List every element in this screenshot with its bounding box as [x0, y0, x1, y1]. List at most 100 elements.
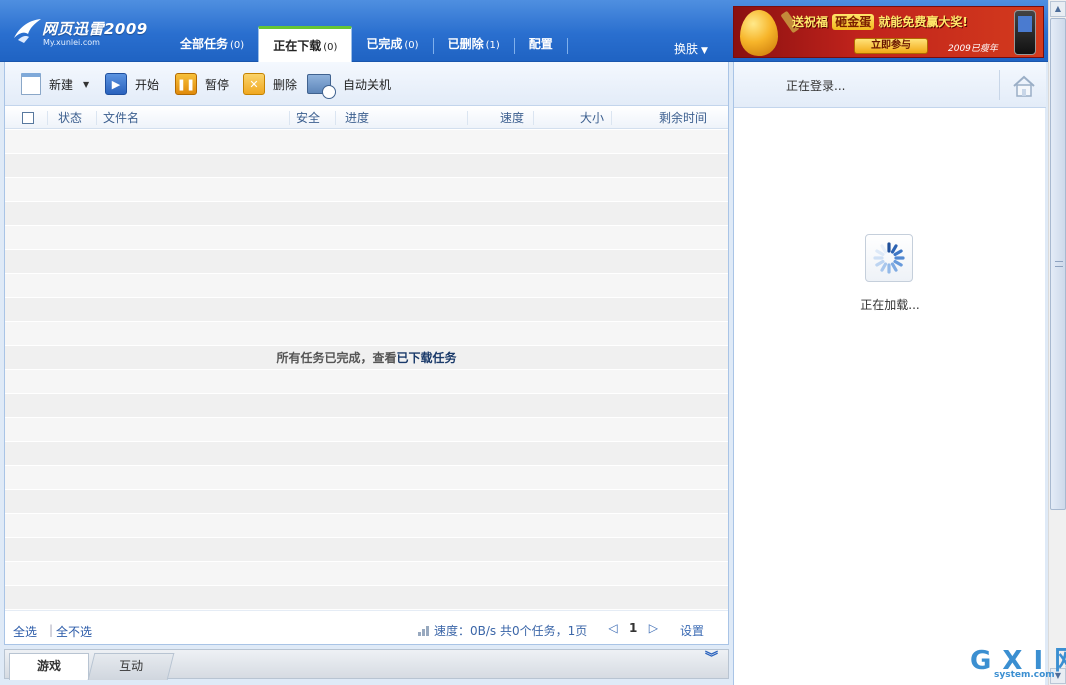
settings-link[interactable]: 设置: [680, 622, 704, 639]
empty-row: [5, 298, 728, 322]
column-divider: [289, 111, 290, 125]
banner-join-button[interactable]: 立即参与: [854, 38, 928, 54]
tab-label: 已完成: [366, 37, 403, 51]
tab-label: 正在下载: [273, 39, 322, 53]
pause-button[interactable]: ❚❚ 暂停: [175, 72, 229, 96]
banner-headline: 送祝福 砸金蛋 就能免费赢大奖!: [792, 13, 968, 30]
logo-title: 网页迅雷2009: [42, 20, 148, 38]
column-size[interactable]: 大小: [580, 107, 604, 129]
column-divider: [96, 111, 97, 125]
empty-row: [5, 418, 728, 442]
select-all-checkbox[interactable]: [22, 112, 34, 124]
column-divider: [47, 111, 48, 125]
vertical-scrollbar[interactable]: ▲ ▼: [1048, 0, 1066, 685]
play-icon: ▶: [105, 73, 127, 95]
phone-icon: [1014, 10, 1036, 55]
bottom-tab-strip: 游戏 互动 ︾: [4, 649, 729, 680]
empty-row: [5, 562, 728, 586]
empty-row: [5, 202, 728, 226]
app-header: 网页迅雷2009 My.xunlei.com 全部任务 (0) 正在下载 (0) 已…: [0, 0, 1048, 62]
banner-headline-highlight: 砸金蛋: [832, 14, 875, 30]
header-divider: [999, 70, 1000, 100]
column-speed[interactable]: 速度: [500, 107, 524, 129]
column-remaining-time[interactable]: 剩余时间: [659, 107, 707, 129]
tab-all-tasks[interactable]: 全部任务 (0): [166, 30, 258, 62]
empty-state-message: 所有任务已完成，查看已下载任务: [5, 349, 728, 366]
empty-row: [5, 442, 728, 466]
auto-shutdown-button[interactable]: 自动关机: [307, 72, 392, 99]
ad-banner[interactable]: 送祝福 砸金蛋 就能免费赢大奖! 立即参与 2009已瘦年: [733, 6, 1044, 58]
tab-games-label: 游戏: [36, 659, 61, 673]
empty-row: [5, 514, 728, 538]
empty-row: [5, 226, 728, 250]
column-progress[interactable]: 进度: [345, 107, 369, 129]
new-task-button[interactable]: 新建 ▼: [21, 72, 89, 96]
banner-brand: 2009已瘦年: [948, 44, 998, 54]
empty-row: [5, 250, 728, 274]
spinner-icon: [873, 242, 905, 274]
column-divider: [611, 111, 612, 125]
pagination: ◁ 1 ▷: [605, 621, 661, 635]
column-divider: [335, 111, 336, 125]
column-divider: [467, 111, 468, 125]
pause-icon: ❚❚: [175, 73, 197, 95]
task-list: [5, 130, 728, 610]
next-page-icon[interactable]: ▷: [645, 621, 661, 635]
tab-downloading[interactable]: 正在下载 (0): [258, 26, 353, 62]
select-none-link[interactable]: 全不选: [56, 623, 92, 640]
speed-status-text: 速度：0B/s 共0个任务，1页: [434, 624, 588, 638]
empty-row: [5, 586, 728, 610]
signal-bars-icon: [418, 625, 430, 636]
prev-page-icon[interactable]: ◁: [605, 621, 621, 635]
skin-switch-button[interactable]: 换肤 ▼: [674, 40, 708, 57]
column-security[interactable]: 安全: [296, 107, 320, 129]
login-panel: 正在登录... 正在加载...: [733, 62, 1046, 685]
tab-deleted[interactable]: 已删除 (1): [434, 30, 514, 62]
scrollbar-thumb[interactable]: [1050, 18, 1066, 510]
tab-games[interactable]: 游戏: [9, 653, 89, 680]
watermark-domain: system.com: [994, 670, 1055, 680]
skin-label: 换肤: [674, 42, 699, 56]
scrollbar-grip: [1055, 261, 1063, 267]
task-table-header: 状态 文件名 安全 进度 速度 大小 剩余时间: [5, 107, 728, 129]
home-icon[interactable]: [1012, 75, 1036, 97]
tab-label: 已删除: [447, 37, 484, 51]
tab-count: (1): [485, 40, 500, 51]
empty-row: [5, 370, 728, 394]
tab-label: 全部任务: [180, 37, 229, 51]
tab-interact[interactable]: 互动: [87, 653, 175, 680]
current-page-number: 1: [629, 621, 638, 635]
chevron-down-icon: ▼: [701, 46, 708, 56]
app-logo[interactable]: 网页迅雷2009 My.xunlei.com: [12, 12, 162, 52]
loading-text: 正在加载...: [860, 298, 920, 312]
footer-divider: |: [49, 623, 54, 637]
column-filename[interactable]: 文件名: [103, 107, 139, 129]
tab-completed[interactable]: 已完成 (0): [352, 30, 432, 62]
double-chevron-down-icon[interactable]: ︾: [705, 652, 718, 665]
start-button[interactable]: ▶ 开始: [105, 72, 159, 96]
banner-headline-post: 就能免费赢大奖!: [878, 15, 968, 29]
empty-row: [5, 394, 728, 418]
login-panel-header: 正在登录...: [734, 62, 1046, 108]
empty-row: [5, 322, 728, 346]
empty-row: [5, 130, 728, 154]
select-all-link[interactable]: 全选: [13, 623, 37, 640]
downloaded-tasks-link[interactable]: 已下载任务: [397, 351, 457, 365]
tab-config[interactable]: 配置: [515, 30, 567, 62]
start-label: 开始: [135, 77, 160, 92]
tab-label: 配置: [528, 37, 553, 51]
tab-interact-label: 互动: [119, 659, 144, 673]
logo-domain: My.xunlei.com: [43, 38, 100, 47]
loading-spinner: [865, 234, 913, 282]
delete-button[interactable]: ✕ 删除: [243, 72, 297, 96]
empty-row: [5, 274, 728, 298]
golden-egg-icon: [740, 10, 778, 56]
scroll-up-icon[interactable]: ▲: [1050, 1, 1066, 17]
column-status[interactable]: 状态: [58, 107, 82, 129]
auto-shutdown-label: 自动关机: [343, 77, 392, 92]
delete-label: 删除: [273, 77, 298, 92]
new-label: 新建: [49, 77, 74, 92]
speed-status: 速度：0B/s 共0个任务，1页: [418, 622, 587, 639]
chevron-down-icon[interactable]: ▼: [83, 80, 89, 89]
tab-count: (0): [323, 42, 338, 53]
